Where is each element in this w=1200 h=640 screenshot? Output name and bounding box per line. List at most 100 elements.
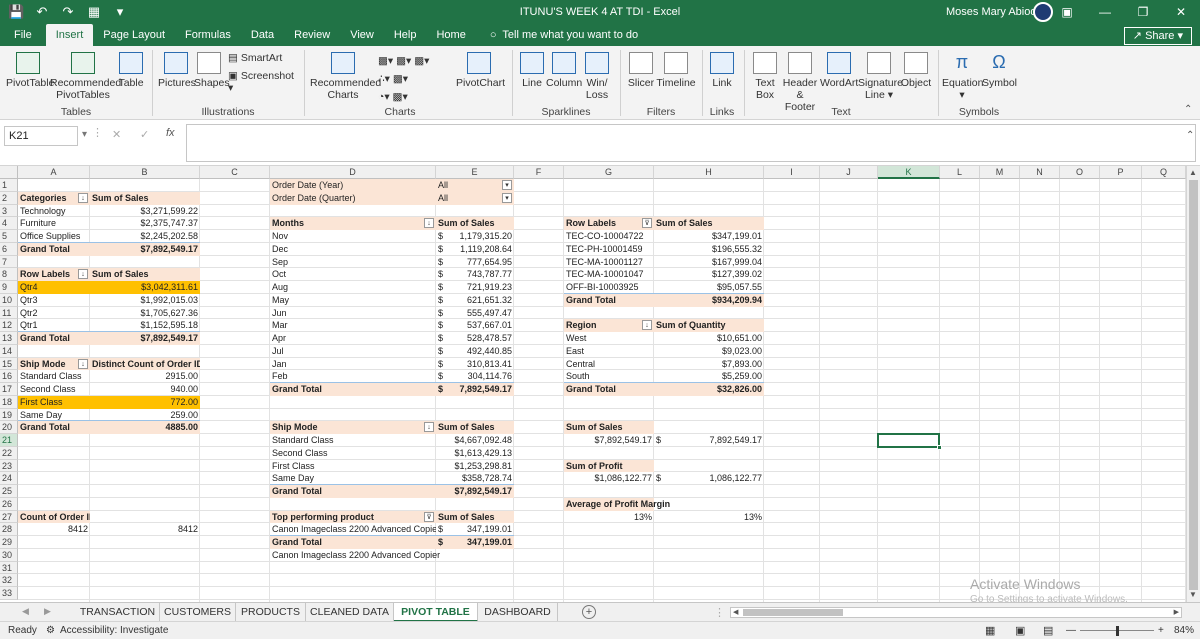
- pivot-region-row-value[interactable]: $10,651.00: [654, 332, 764, 345]
- equation-button[interactable]: π Equation ▾: [942, 52, 983, 101]
- chart-type-gallery[interactable]: ▩▾ ▩▾ ▩▾ ∴▾ ▩▾ ◔▾ ▩▾: [378, 52, 448, 106]
- tab-split-grip[interactable]: ⋮: [714, 606, 725, 619]
- pivot-region-row-value[interactable]: $9,023.00: [654, 345, 764, 358]
- pivot-months-row-value[interactable]: 777,654.95: [450, 256, 514, 269]
- pivot-quarters-header-value[interactable]: Sum of Sales: [90, 268, 200, 281]
- restore-icon[interactable]: ❐: [1124, 0, 1162, 24]
- column-header-n[interactable]: N: [1020, 166, 1060, 179]
- normal-view-icon[interactable]: ▦: [985, 622, 995, 640]
- minimize-icon[interactable]: —: [1086, 0, 1124, 24]
- tab-view[interactable]: View: [340, 24, 384, 46]
- tab-review[interactable]: Review: [284, 24, 340, 46]
- row-header-33[interactable]: 33: [0, 587, 18, 600]
- pivotchart-button[interactable]: PivotChart: [456, 52, 505, 89]
- ribbon-display-icon[interactable]: ▣: [1048, 0, 1086, 24]
- pivot-count-order-header[interactable]: Count of Order ID: [18, 511, 90, 524]
- sparkline-line-button[interactable]: Line: [518, 52, 546, 89]
- pivot-months-row-value[interactable]: 537,667.01: [450, 319, 514, 332]
- row-header-1[interactable]: 1: [0, 179, 18, 192]
- row-header-4[interactable]: 4: [0, 217, 18, 230]
- row-header-16[interactable]: 16: [0, 370, 18, 383]
- selected-cell[interactable]: [877, 433, 940, 448]
- worksheet-grid[interactable]: A B C D E F G H I J K L M N O P Q 1 2 3 4 5 6 7 8 9 10 11 12 13 14 15 16…: [0, 166, 1186, 602]
- pivot-quarters-filter-icon[interactable]: ↓: [78, 269, 88, 280]
- row-header-24[interactable]: 24: [0, 472, 18, 485]
- pivot-months-row-value[interactable]: 1,179,315.20: [450, 230, 514, 243]
- kpi-margin-pivot-value[interactable]: 13%: [564, 511, 654, 524]
- row-header-29[interactable]: 29: [0, 536, 18, 549]
- pivot-months-row-label[interactable]: Nov: [270, 230, 436, 243]
- kpi-sales-pivot-value[interactable]: $7,892,549.17: [564, 434, 654, 447]
- cancel-icon[interactable]: ✕: [112, 128, 121, 141]
- pivot-quarters-total-value[interactable]: $7,892,549.17: [90, 332, 200, 345]
- name-box-dropdown-icon[interactable]: ▾: [82, 129, 87, 140]
- kpi-margin-cell-value[interactable]: 13%: [654, 511, 764, 524]
- name-box[interactable]: K21: [4, 126, 78, 146]
- pivot-filter-dropdown-icon[interactable]: ▾: [502, 180, 512, 190]
- column-header-m[interactable]: M: [980, 166, 1020, 179]
- row-header-18[interactable]: 18: [0, 395, 18, 409]
- pivot-products-header-value[interactable]: Sum of Sales: [654, 217, 764, 230]
- pivot-quarters-row-label[interactable]: Qtr2: [18, 307, 90, 320]
- pivot-months-row-value[interactable]: 310,813.41: [450, 358, 514, 371]
- prev-sheet-icon[interactable]: ◀: [22, 606, 29, 617]
- pivot-quarters-row-value[interactable]: $1,992,015.03: [90, 294, 200, 307]
- fill-handle[interactable]: [937, 444, 942, 450]
- pivot-shipcount-row-value[interactable]: 772.00: [90, 396, 200, 409]
- close-icon[interactable]: ✕: [1162, 0, 1200, 24]
- row-header-14[interactable]: 14: [0, 344, 18, 358]
- sheet-tab-customers[interactable]: CUSTOMERS: [160, 603, 236, 622]
- timeline-button[interactable]: Timeline: [656, 52, 696, 89]
- object-button[interactable]: Object: [900, 52, 932, 89]
- row-header-25[interactable]: 25: [0, 485, 18, 498]
- row-header-8[interactable]: 8: [0, 268, 18, 281]
- pivot-months-row-value[interactable]: 555,497.47: [450, 307, 514, 320]
- column-header-p[interactable]: P: [1100, 166, 1142, 179]
- tab-help[interactable]: Help: [384, 24, 427, 46]
- pivot-months-row-label[interactable]: Aug: [270, 281, 436, 294]
- pivot-shipsales-row-label[interactable]: First Class: [270, 460, 436, 473]
- row-header-9[interactable]: 9: [0, 281, 18, 294]
- row-header-5[interactable]: 5: [0, 230, 18, 243]
- sheet-tab-cleaned-data[interactable]: CLEANED DATA: [306, 603, 394, 622]
- slicer-button[interactable]: Slicer: [626, 52, 656, 89]
- pivot-products-filter-icon[interactable]: ⊽: [642, 218, 652, 229]
- pivot-months-row-label[interactable]: May: [270, 294, 436, 307]
- tab-formulas[interactable]: Formulas: [175, 24, 241, 46]
- row-header-21[interactable]: 21: [0, 434, 18, 447]
- pivot-categories-header-value[interactable]: Sum of Sales: [90, 192, 200, 205]
- row-header-30[interactable]: 30: [0, 548, 18, 562]
- shapes-button[interactable]: Shapes: [194, 52, 230, 89]
- count-order-value-b[interactable]: 8412: [90, 523, 200, 536]
- sheet-tab-products[interactable]: PRODUCTS: [236, 603, 306, 622]
- pivot-top-product-header-label[interactable]: Top performing product: [270, 511, 436, 524]
- column-header-l[interactable]: L: [940, 166, 980, 179]
- pivot-shipcount-row-label[interactable]: First Class: [18, 396, 90, 409]
- next-sheet-icon[interactable]: ▶: [44, 606, 51, 617]
- row-header-10[interactable]: 10: [0, 293, 18, 307]
- zoom-level[interactable]: 84%: [1174, 622, 1194, 640]
- row-header-27[interactable]: 27: [0, 510, 18, 524]
- column-header-k[interactable]: K: [878, 166, 940, 179]
- column-header-c[interactable]: C: [200, 166, 270, 179]
- select-all-corner[interactable]: [0, 166, 18, 179]
- wordart-button[interactable]: WordArt: [820, 52, 858, 89]
- pivot-months-total-label[interactable]: Grand Total: [270, 383, 436, 396]
- tab-page-layout[interactable]: Page Layout: [93, 24, 175, 46]
- pivot-months-row-label[interactable]: Oct: [270, 268, 436, 281]
- pivot-shipcount-row-value[interactable]: 940.00: [90, 383, 200, 396]
- pivot-shipsales-header-label[interactable]: Ship Mode: [270, 421, 436, 434]
- row-header-6[interactable]: 6: [0, 242, 18, 256]
- pivot-categories-total-label[interactable]: Grand Total: [18, 243, 90, 256]
- column-header-f[interactable]: F: [514, 166, 564, 179]
- pivot-region-header-value[interactable]: Sum of Quantity: [654, 319, 764, 332]
- pivot-months-row-label[interactable]: Jul: [270, 345, 436, 358]
- pivot-region-row-label[interactable]: West: [564, 332, 654, 345]
- zoom-in-icon[interactable]: +: [1158, 622, 1164, 640]
- row-header-17[interactable]: 17: [0, 383, 18, 396]
- page-layout-view-icon[interactable]: ▣: [1015, 622, 1025, 640]
- pivot-shipsales-filter-icon[interactable]: ↓: [424, 422, 434, 433]
- recommended-charts-button[interactable]: Recommended Charts: [310, 52, 381, 101]
- column-header-g[interactable]: G: [564, 166, 654, 179]
- pivot-months-row-value[interactable]: 1,119,208.64: [450, 243, 514, 256]
